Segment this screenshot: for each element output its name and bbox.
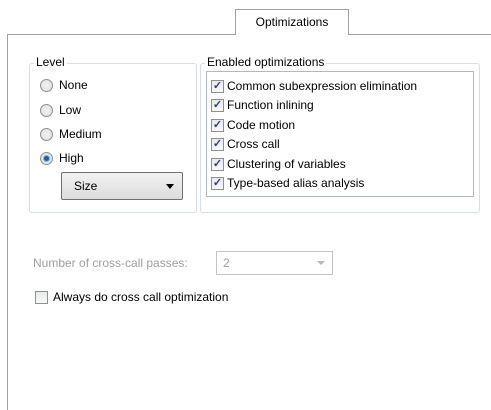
radio-label: Low xyxy=(59,103,82,117)
checkbox-checked-icon: ✓ xyxy=(211,118,224,132)
radio-button-icon xyxy=(40,78,53,92)
checkbox-checked-icon: ✓ xyxy=(211,157,224,171)
radio-high[interactable]: High xyxy=(40,149,84,167)
check-function-inlining[interactable]: ✓ Function inlining xyxy=(211,96,314,114)
check-type-based-alias[interactable]: ✓ Type-based alias analysis xyxy=(211,174,364,192)
check-code-motion[interactable]: ✓ Code motion xyxy=(211,116,295,134)
radio-button-selected-icon xyxy=(40,151,53,165)
radio-label: High xyxy=(59,151,84,165)
always-cross-call-label: Always do cross call optimization xyxy=(53,290,229,304)
cross-call-passes-label: Number of cross-call passes: xyxy=(33,256,188,270)
tab-optimizations[interactable]: Optimizations xyxy=(235,9,349,35)
checkbox-checked-icon: ✓ xyxy=(211,79,224,93)
check-cross-call[interactable]: ✓ Cross call xyxy=(211,135,280,153)
check-common-subexpression[interactable]: ✓ Common subexpression elimination xyxy=(211,77,417,95)
check-label: Cross call xyxy=(227,137,280,151)
radio-label: None xyxy=(59,78,88,92)
radio-none[interactable]: None xyxy=(40,76,88,94)
check-label: Clustering of variables xyxy=(227,157,346,171)
level-legend: Level xyxy=(34,55,67,69)
dropdown-value: Size xyxy=(74,179,98,193)
optimizations-checklist: ✓ Common subexpression elimination ✓ Fun… xyxy=(206,71,474,197)
radio-button-icon xyxy=(40,103,53,117)
checkbox-checked-icon: ✓ xyxy=(211,137,224,151)
check-label: Code motion xyxy=(227,118,296,132)
check-clustering-of-variables[interactable]: ✓ Clustering of variables xyxy=(211,155,346,173)
checkbox-checked-icon: ✓ xyxy=(211,176,224,190)
passes-value: 2 xyxy=(223,256,230,270)
checkbox-unchecked-icon xyxy=(35,290,48,304)
check-label: Type-based alias analysis xyxy=(227,176,365,190)
check-label: Common subexpression elimination xyxy=(227,79,418,93)
radio-button-icon xyxy=(40,127,53,141)
always-cross-call-checkbox[interactable]: Always do cross call optimization xyxy=(35,289,228,305)
cross-call-passes-dropdown[interactable]: 2 xyxy=(216,251,333,275)
radio-low[interactable]: Low xyxy=(40,101,81,119)
chevron-down-icon xyxy=(166,184,174,189)
check-label: Function inlining xyxy=(227,98,314,112)
radio-medium[interactable]: Medium xyxy=(40,125,102,143)
chevron-down-icon xyxy=(317,261,325,265)
checkbox-checked-icon: ✓ xyxy=(211,98,224,112)
enabled-optimizations-legend: Enabled optimizations xyxy=(205,55,327,69)
size-dropdown[interactable]: Size xyxy=(61,172,183,200)
radio-label: Medium xyxy=(59,127,102,141)
